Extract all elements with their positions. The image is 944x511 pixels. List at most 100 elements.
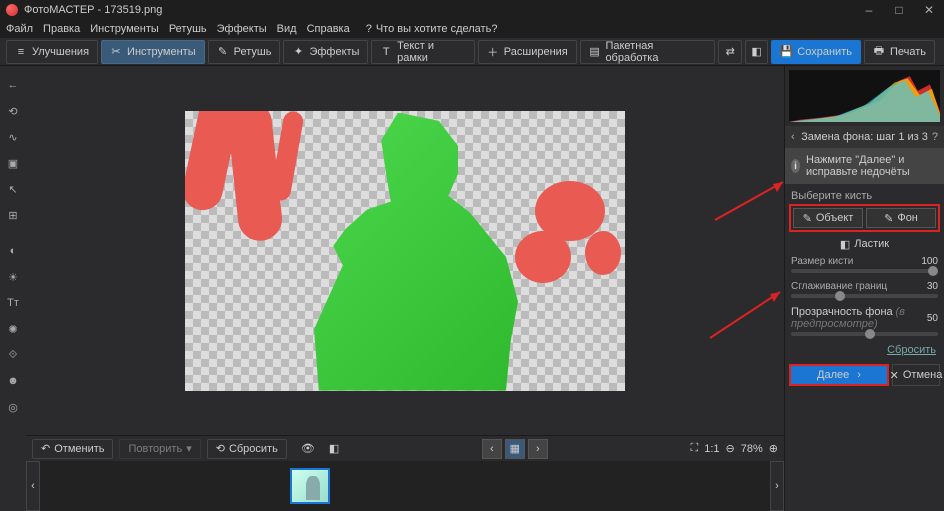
tab-text[interactable]: T Текст и рамки [371, 40, 474, 64]
preview-eye-icon[interactable]: 👁 [301, 442, 315, 455]
smooth-label: Сглаживание границ [791, 281, 912, 292]
object-mask [290, 113, 530, 391]
tab-effects[interactable]: ✦Эффекты [283, 40, 368, 64]
help-search[interactable]: ? Что вы хотите сделать? [366, 23, 498, 35]
close-icon: ✕ [890, 369, 899, 382]
filmstrip: ‹ › [26, 461, 784, 511]
opacity-value: 50 [916, 313, 938, 324]
fit-icon[interactable]: ⛶ [691, 442, 699, 455]
menu-help[interactable]: Справка [307, 23, 350, 35]
menubar: Файл Правка Инструменты Ретушь Эффекты В… [0, 20, 944, 38]
tool-arrow[interactable]: ← [0, 72, 26, 98]
tool-text[interactable]: Tт [0, 290, 26, 316]
tool-light[interactable]: ☀ [0, 264, 26, 290]
reset-link[interactable]: Сбросить [785, 342, 944, 358]
app-logo-icon [6, 4, 18, 16]
canvas-viewport[interactable] [26, 66, 784, 435]
step-title: Замена фона: шаг 1 из 3 [801, 131, 928, 143]
brush-selector: ✎Объект ✎ Фон [789, 204, 940, 232]
brush-icon: ✎ [884, 212, 893, 225]
stack-icon: ▤ [589, 46, 601, 58]
dropdown-icon: ▾ [186, 442, 192, 455]
tab-enhance-label: Улучшения [32, 46, 89, 58]
photo-canvas[interactable] [185, 111, 625, 391]
bg-stroke [585, 231, 621, 275]
brush-eraser-button[interactable]: ◧ Ластик [789, 234, 940, 254]
menu-edit[interactable]: Правка [43, 23, 80, 35]
tab-retouch[interactable]: ✎Ретушь [208, 40, 281, 64]
save-label: Сохранить [797, 46, 852, 58]
filmstrip-thumb[interactable] [290, 468, 330, 504]
text-icon: T [380, 46, 392, 58]
tool-curve[interactable]: ∿ [0, 124, 26, 150]
tool-grid[interactable]: ⊞ [0, 202, 26, 228]
eraser-icon: ◧ [840, 238, 850, 251]
tab-extensions[interactable]: ＋Расширения [478, 40, 577, 64]
brush-icon: ✎ [217, 46, 229, 58]
redo-label: Повторить [128, 443, 182, 455]
step-help-icon[interactable]: ? [932, 131, 938, 143]
brush-object-button[interactable]: ✎Объект [793, 208, 863, 228]
brush-bg-label: Фон [897, 212, 918, 224]
info-icon: i [791, 159, 800, 173]
tab-batch-label: Пакетная обработка [605, 40, 706, 64]
tool-rotate[interactable]: ⟲ [0, 98, 26, 124]
smooth-slider[interactable] [791, 294, 938, 298]
print-icon: 🖶 [873, 46, 885, 58]
tab-text-label: Текст и рамки [397, 40, 466, 64]
tool-crop[interactable]: ▣ [0, 150, 26, 176]
maximize-button[interactable]: □ [884, 0, 914, 20]
hint-bar: i Нажмите "Далее" и исправьте недочёты [785, 148, 944, 184]
view-single[interactable]: ▦ [505, 439, 525, 459]
print-button[interactable]: 🖶 Печать [864, 40, 935, 64]
tab-tools[interactable]: ✂Инструменты [101, 40, 205, 64]
print-label: Печать [890, 46, 926, 58]
canvas-bottombar: ↶Отменить Повторить ▾ ⟲Сбросить 👁 ◧ ‹ ▦ ›… [26, 435, 784, 461]
tool-face[interactable]: ☻ [0, 368, 26, 394]
step-header: ‹ Замена фона: шаг 1 из 3 ? [785, 126, 944, 148]
tab-enhance[interactable]: ≡Улучшения [6, 40, 98, 64]
opacity-label: Прозрачность фона (в предпросмотре) [791, 306, 912, 330]
next-button[interactable]: Далее› [789, 364, 889, 386]
brush-icon: ✎ [803, 212, 812, 225]
step-back-icon[interactable]: ‹ [791, 131, 795, 143]
view-next[interactable]: › [528, 439, 548, 459]
opacity-slider[interactable] [791, 332, 938, 336]
redo-button[interactable]: Повторить ▾ [119, 439, 200, 459]
tool-mask[interactable]: ◎ [0, 394, 26, 420]
reset-icon: ⟲ [216, 442, 225, 455]
tool-clone[interactable]: ⟐ [0, 342, 26, 368]
crop-icon: ✂ [110, 46, 122, 58]
sparkle-icon: ✦ [292, 46, 304, 58]
toolbar-extra-1[interactable]: ⇄ [718, 40, 741, 64]
tab-batch[interactable]: ▤ Пакетная обработка [580, 40, 716, 64]
filmstrip-next[interactable]: › [770, 461, 784, 511]
menu-effects[interactable]: Эффекты [217, 23, 267, 35]
tool-healing[interactable]: ✺ [0, 316, 26, 342]
reset-button[interactable]: ⟲Сбросить [207, 439, 287, 459]
compare-icon[interactable]: ◧ [329, 442, 339, 455]
undo-button[interactable]: ↶Отменить [32, 439, 113, 459]
brush-bg-button[interactable]: ✎ Фон [866, 208, 936, 228]
menu-view[interactable]: Вид [277, 23, 297, 35]
next-label: Далее [817, 369, 849, 381]
size-slider[interactable] [791, 269, 938, 273]
zoom-ratio[interactable]: 1:1 [704, 443, 719, 455]
help-search-placeholder: Что вы хотите сделать? [376, 23, 498, 35]
zoom-in-icon[interactable]: ⊕ [769, 442, 778, 455]
save-button[interactable]: 💾Сохранить [771, 40, 861, 64]
menu-retouch[interactable]: Ретушь [169, 23, 207, 35]
filmstrip-prev[interactable]: ‹ [26, 461, 40, 511]
histogram [789, 70, 940, 122]
minimize-button[interactable]: – [854, 0, 884, 20]
close-button[interactable]: ✕ [914, 0, 944, 20]
cancel-button[interactable]: ✕Отмена [892, 364, 940, 386]
tool-pointer[interactable]: ↖ [0, 176, 26, 202]
tool-gradient[interactable]: ◐ [0, 238, 26, 264]
zoom-out-icon[interactable]: ⊖ [726, 442, 735, 455]
menu-file[interactable]: Файл [6, 23, 33, 35]
view-prev[interactable]: ‹ [482, 439, 502, 459]
toolbar-extra-2[interactable]: ◧ [745, 40, 768, 64]
menu-tools[interactable]: Инструменты [90, 23, 159, 35]
brush-eraser-label: Ластик [854, 238, 889, 250]
